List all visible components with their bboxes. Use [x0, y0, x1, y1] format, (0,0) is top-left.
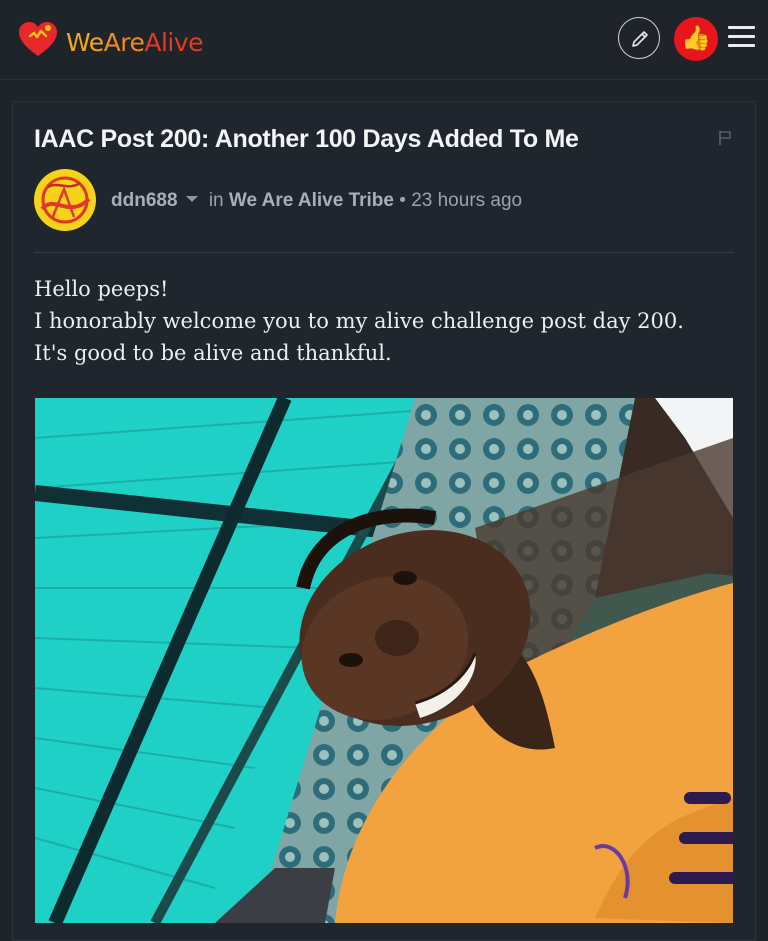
- hamburger-menu-icon[interactable]: [728, 26, 756, 50]
- thumbs-up-icon: 👍: [681, 25, 711, 52]
- body-line: Hello peeps!: [34, 277, 169, 301]
- divider: [34, 252, 734, 253]
- menu-bar: [728, 26, 755, 29]
- community-link[interactable]: We Are Alive Tribe: [229, 190, 394, 211]
- create-post-button[interactable]: [618, 17, 660, 59]
- body-line: I honorably welcome you to my alive chal…: [34, 309, 684, 333]
- heart-logo-icon[interactable]: [18, 22, 58, 58]
- post-title: IAAC Post 200: Another 100 Days Added To…: [34, 125, 579, 153]
- post-timestamp[interactable]: 23 hours ago: [411, 190, 522, 211]
- logo-text-we: We: [66, 28, 104, 57]
- brand-wordmark[interactable]: WeAreAlive: [66, 28, 204, 58]
- meta-separator: •: [399, 190, 406, 211]
- author-link[interactable]: ddn688: [111, 190, 178, 211]
- in-label: in: [208, 190, 224, 211]
- logo-text-are: Are: [103, 28, 145, 57]
- selfie-photo: [35, 398, 733, 923]
- body-line: It's good to be alive and thankful.: [34, 341, 392, 365]
- avatar-image: [34, 169, 96, 231]
- top-navigation-bar: WeAreAlive 👍: [0, 0, 768, 80]
- chevron-down-icon[interactable]: [185, 196, 198, 203]
- pencil-icon: [632, 31, 648, 47]
- upvote-button[interactable]: 👍: [674, 17, 718, 61]
- flag-icon[interactable]: [718, 130, 732, 146]
- logo-text-alive: Alive: [144, 28, 204, 57]
- menu-bar: [728, 44, 755, 47]
- post-body: Hello peeps! I honorably welcome you to …: [34, 273, 724, 369]
- menu-bar: [728, 35, 755, 38]
- author-avatar[interactable]: [34, 169, 96, 231]
- post-meta: ddn688 in We Are Alive Tribe • 23 hours …: [111, 187, 522, 215]
- post-image[interactable]: [35, 398, 733, 923]
